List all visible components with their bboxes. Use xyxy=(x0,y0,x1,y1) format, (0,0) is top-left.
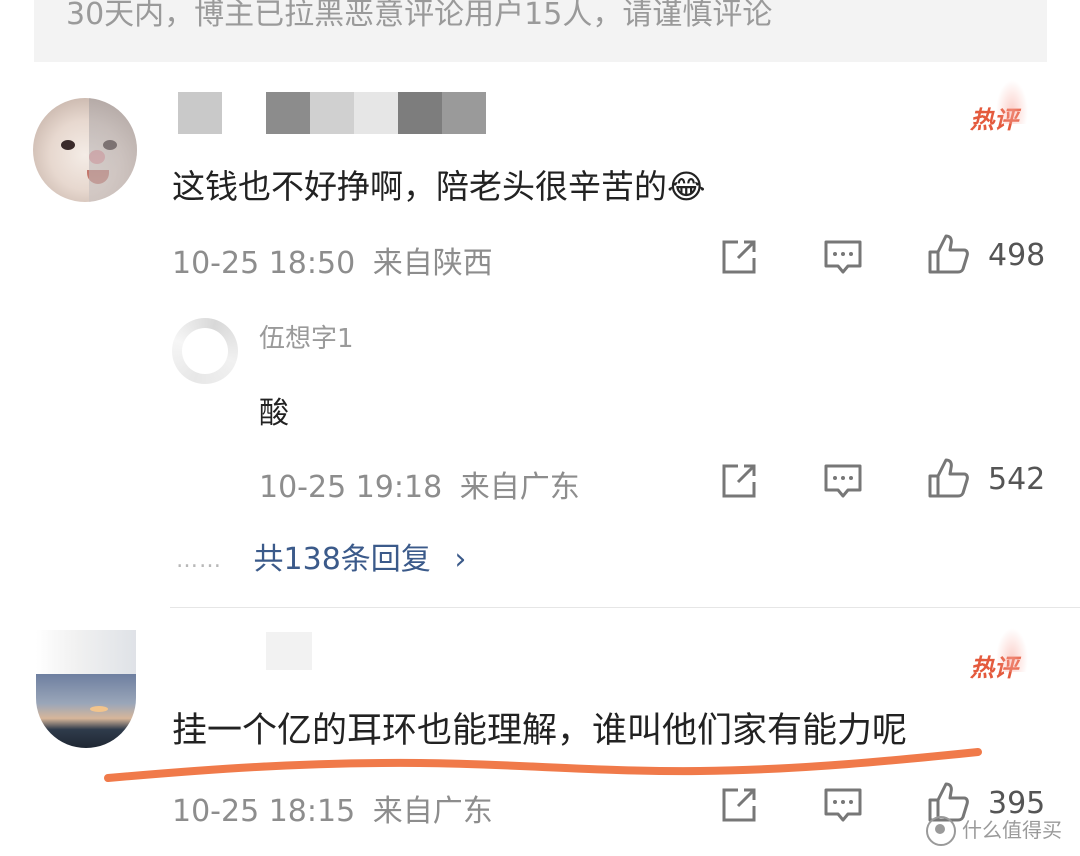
share-icon[interactable] xyxy=(718,784,760,826)
watermark: 什么值得买 xyxy=(926,814,1062,846)
comment-meta: 10-25 18:15 来自广东 xyxy=(172,786,493,830)
comment-icon[interactable] xyxy=(822,784,864,826)
comment-location: 来自广东 xyxy=(372,794,493,829)
handwritten-underline xyxy=(104,748,982,782)
watermark-logo-icon xyxy=(926,816,956,846)
comment-time: 10-25 18:15 xyxy=(172,794,356,829)
